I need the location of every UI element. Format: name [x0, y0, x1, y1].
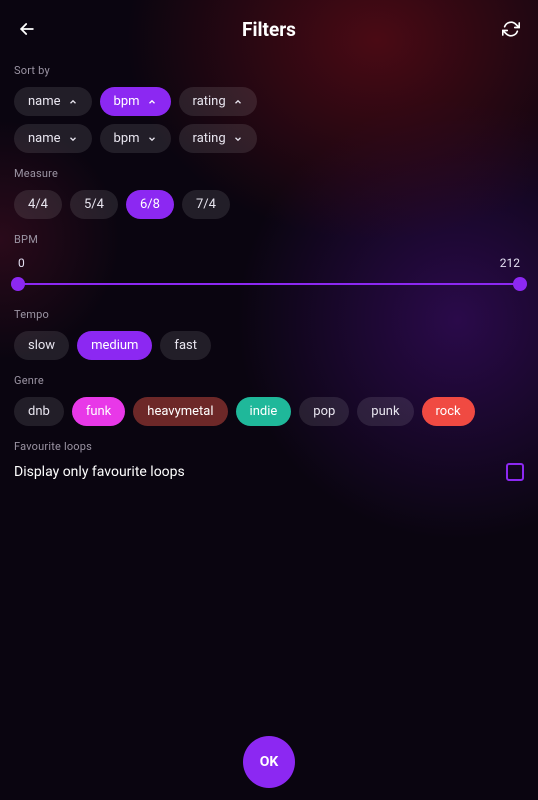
- tempo-section: Tempo slow medium fast: [14, 308, 524, 360]
- sort-rating-desc[interactable]: rating: [179, 124, 257, 153]
- genre-funk[interactable]: funk: [72, 397, 125, 426]
- bpm-min-value: 0: [18, 256, 25, 270]
- header: Filters: [0, 0, 538, 54]
- measure-7-4[interactable]: 7/4: [182, 190, 230, 219]
- back-button[interactable]: [16, 18, 38, 40]
- bpm-slider-thumb-max[interactable]: [513, 277, 527, 291]
- sort-name-desc[interactable]: name: [14, 124, 92, 153]
- bpm-label: BPM: [14, 233, 524, 246]
- tempo-fast[interactable]: fast: [160, 331, 211, 360]
- sortby-row-asc: name bpm rating: [14, 87, 524, 116]
- sort-name-asc[interactable]: name: [14, 87, 92, 116]
- measure-5-4[interactable]: 5/4: [70, 190, 118, 219]
- bpm-slider-thumb-min[interactable]: [11, 277, 25, 291]
- favourite-text: Display only favourite loops: [14, 464, 185, 480]
- chevron-down-icon: [233, 134, 243, 144]
- favourite-section: Favourite loops Display only favourite l…: [14, 440, 524, 481]
- sortby-section: Sort by name bpm rating name bpm rating: [14, 64, 524, 153]
- refresh-button[interactable]: [500, 18, 522, 40]
- genre-section: Genre dnb funk heavymetal indie pop punk…: [14, 374, 524, 426]
- genre-label: Genre: [14, 374, 524, 387]
- tempo-medium[interactable]: medium: [77, 331, 152, 360]
- measure-section: Measure 4/4 5/4 6/8 7/4: [14, 167, 524, 219]
- sort-rating-asc[interactable]: rating: [179, 87, 257, 116]
- measure-label: Measure: [14, 167, 524, 180]
- chevron-down-icon: [68, 134, 78, 144]
- bpm-max-value: 212: [500, 256, 520, 270]
- genre-rock[interactable]: rock: [422, 397, 475, 426]
- chevron-up-icon: [233, 97, 243, 107]
- measure-4-4[interactable]: 4/4: [14, 190, 62, 219]
- bpm-slider[interactable]: [18, 274, 520, 294]
- favourite-label: Favourite loops: [14, 440, 524, 453]
- chevron-up-icon: [68, 97, 78, 107]
- genre-pop[interactable]: pop: [299, 397, 349, 426]
- sortby-row-desc: name bpm rating: [14, 124, 524, 153]
- ok-button[interactable]: OK: [243, 736, 295, 788]
- chevron-down-icon: [147, 134, 157, 144]
- sort-bpm-asc[interactable]: bpm: [100, 87, 171, 116]
- chevron-up-icon: [147, 97, 157, 107]
- tempo-label: Tempo: [14, 308, 524, 321]
- bpm-section: BPM 0 212: [14, 233, 524, 294]
- genre-indie[interactable]: indie: [236, 397, 292, 426]
- tempo-slow[interactable]: slow: [14, 331, 69, 360]
- genre-dnb[interactable]: dnb: [14, 397, 64, 426]
- favourite-checkbox[interactable]: [506, 463, 524, 481]
- measure-6-8[interactable]: 6/8: [126, 190, 174, 219]
- sort-bpm-desc[interactable]: bpm: [100, 124, 171, 153]
- sortby-label: Sort by: [14, 64, 524, 77]
- genre-punk[interactable]: punk: [357, 397, 413, 426]
- page-title: Filters: [242, 18, 296, 41]
- genre-heavymetal[interactable]: heavymetal: [133, 397, 227, 426]
